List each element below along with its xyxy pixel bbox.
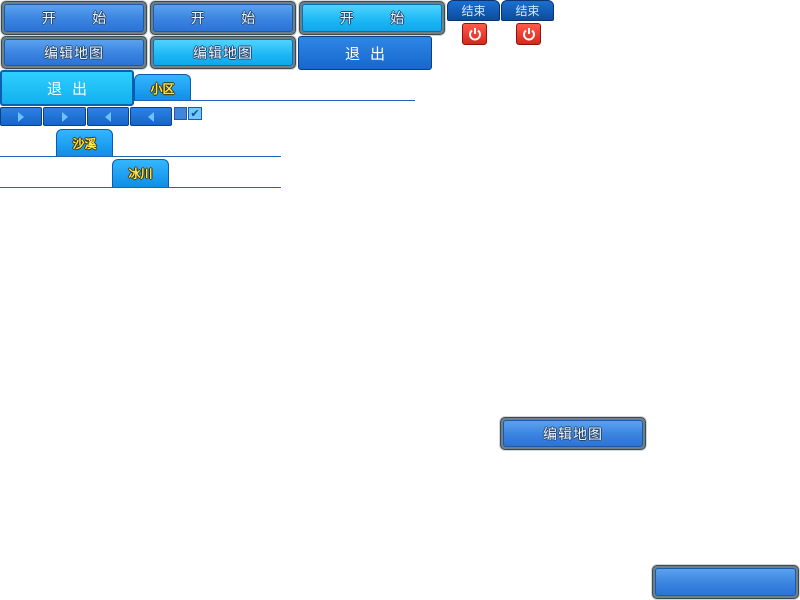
quit-button[interactable]: 退出 (298, 36, 432, 70)
edit-map-button-active[interactable]: 编辑地图 (149, 35, 297, 70)
power-button[interactable] (462, 23, 487, 45)
start-button-hover[interactable]: 开 始 (149, 0, 297, 36)
start-button[interactable]: 开 始 (0, 0, 148, 36)
tab-label: 冰川 (128, 167, 153, 181)
arrow-left-button[interactable] (87, 107, 129, 126)
tab-bar-divider (0, 156, 281, 157)
edit-map-label: 编辑地图 (543, 426, 603, 443)
quit-button-label: 退出 (344, 44, 395, 63)
edit-map-label: 编辑地图 (193, 45, 253, 62)
end-tab[interactable]: 结束 (501, 0, 554, 21)
tab-label: 沙溪 (72, 136, 97, 151)
edit-map-button-standalone[interactable]: 编辑地图 (499, 416, 647, 451)
quit-button-active[interactable]: 退出 (0, 70, 134, 106)
start-button-label: 开 始 (190, 11, 272, 27)
arrow-left-icon (105, 111, 111, 122)
arrow-right-button[interactable] (43, 107, 86, 126)
arrow-right-icon (61, 111, 68, 122)
arrow-right-icon (18, 111, 24, 122)
tab-label: 小区 (150, 81, 175, 96)
tab-bingchuan[interactable]: 冰川 (112, 159, 169, 187)
end-tab-label: 结束 (461, 4, 486, 18)
arrow-right-button[interactable] (0, 107, 42, 126)
tab-bar-divider (0, 187, 281, 188)
start-button-label: 开 始 (339, 11, 421, 27)
quit-button-label: 退出 (46, 79, 97, 98)
tab-bar-divider (134, 100, 415, 101)
checkbox-checked[interactable]: ✔ (188, 107, 202, 120)
blank-button[interactable] (651, 564, 800, 600)
start-button-active[interactable]: 开 始 (298, 0, 446, 36)
checkbox-unchecked[interactable] (174, 107, 187, 120)
end-tab-label: 结束 (515, 4, 540, 18)
check-icon: ✔ (190, 107, 200, 120)
tab-xiaoqu[interactable]: 小区 (134, 74, 191, 101)
end-tab[interactable]: 结束 (447, 0, 500, 21)
edit-map-label: 编辑地图 (44, 45, 104, 62)
power-icon (468, 28, 481, 41)
tab-shaxi[interactable]: 沙溪 (56, 129, 113, 156)
arrow-left-icon (148, 111, 154, 122)
power-button[interactable] (516, 23, 541, 45)
edit-map-button[interactable]: 编辑地图 (0, 35, 148, 70)
arrow-left-button[interactable] (130, 107, 172, 126)
power-icon (522, 28, 535, 41)
start-button-label: 开 始 (41, 11, 123, 27)
